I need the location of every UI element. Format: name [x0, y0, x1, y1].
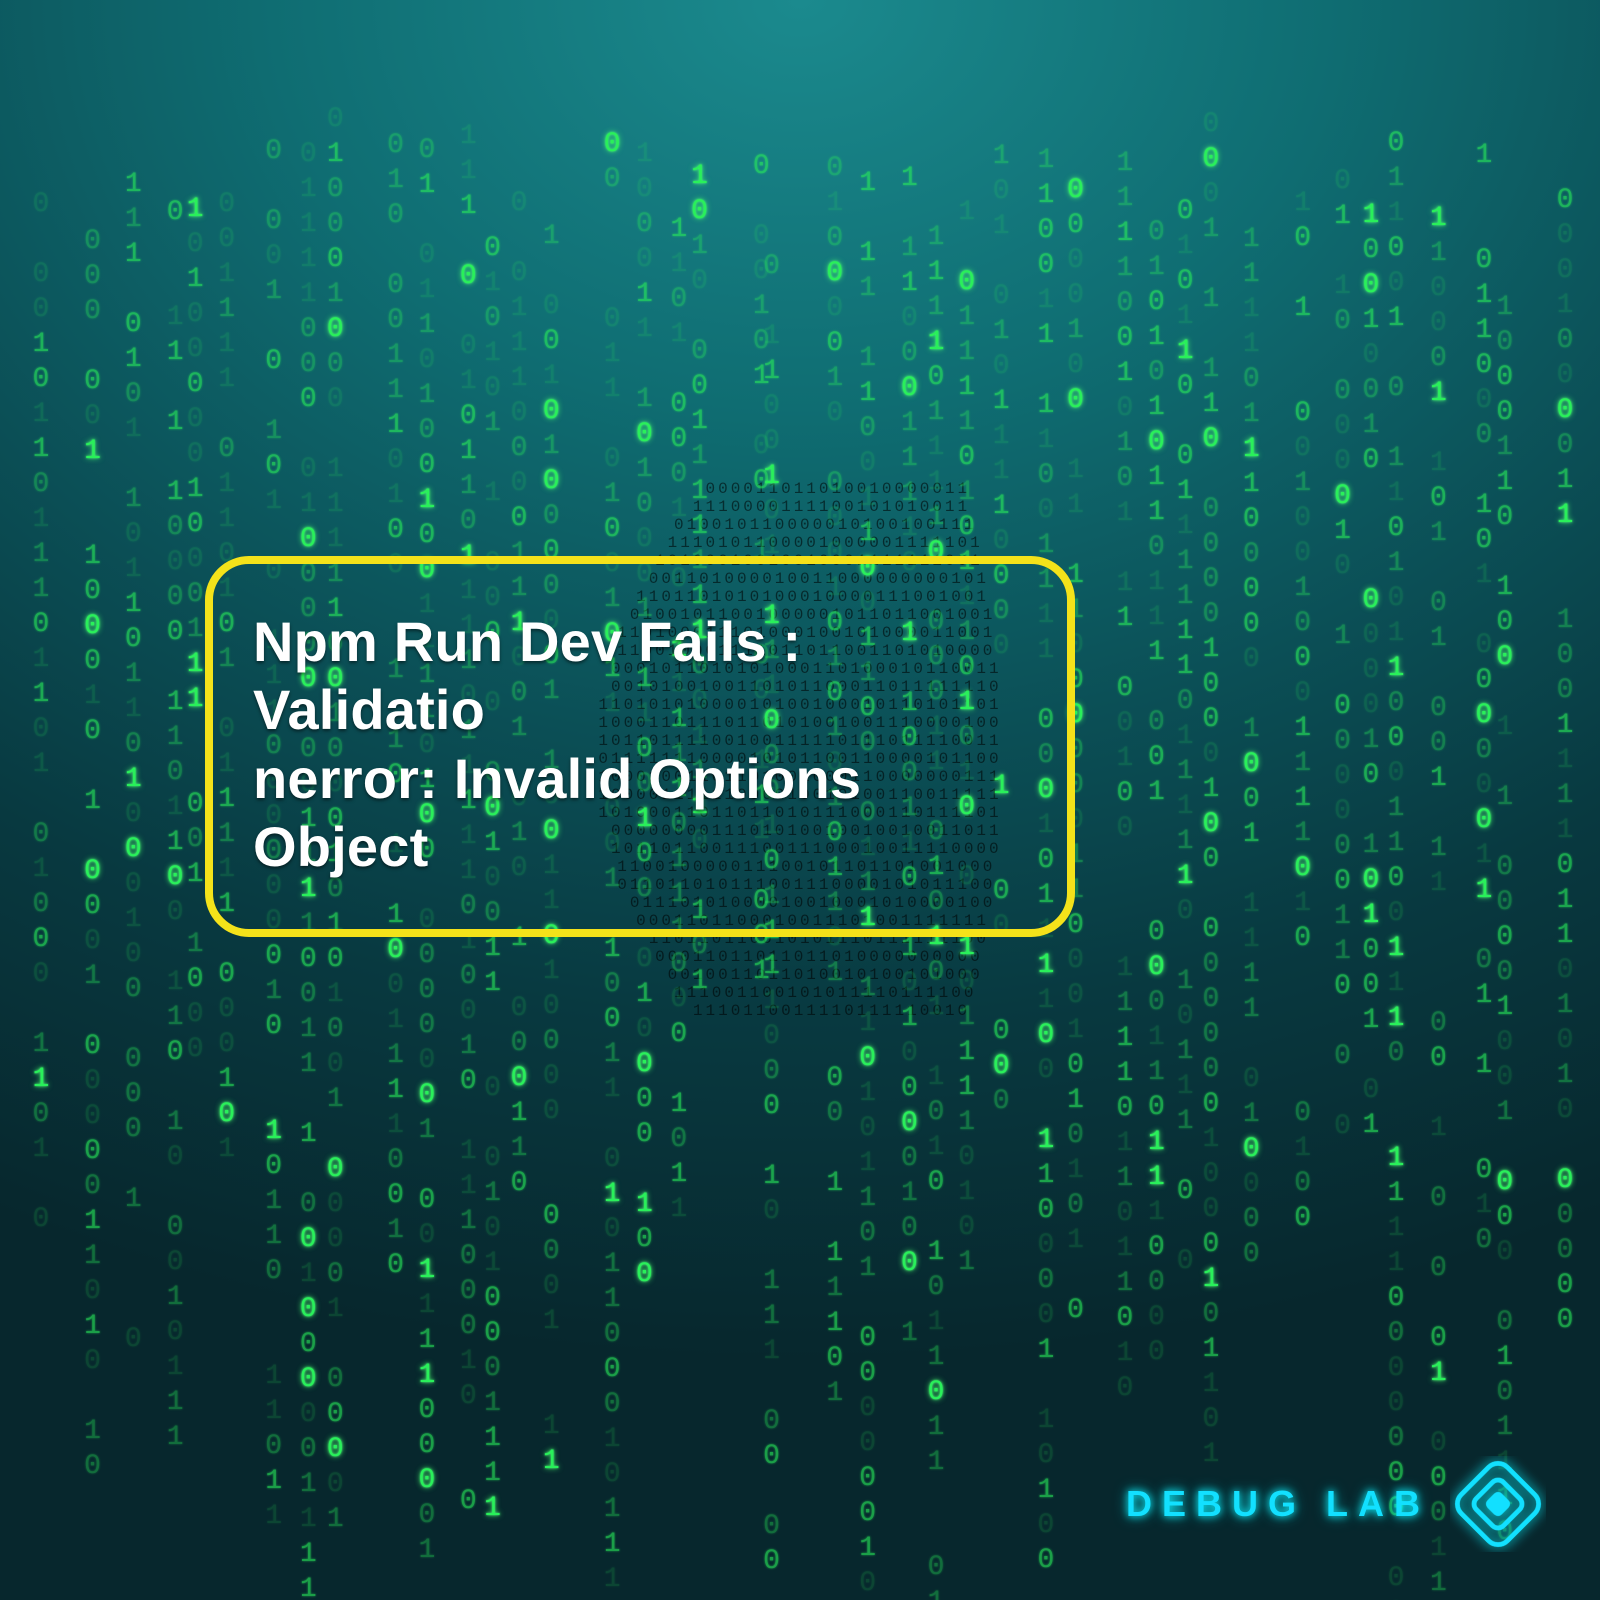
headline-text: Npm Run Dev Fails : Validatio nerror: In… [253, 608, 1027, 881]
hero-image: 000011011010010000011 111000011110010101… [0, 0, 1600, 1600]
brand-logo-icon [1450, 1456, 1546, 1552]
headline-card: Npm Run Dev Fails : Validatio nerror: In… [205, 556, 1075, 937]
brand-block: DEBUG LAB [1126, 1456, 1546, 1552]
brand-name: DEBUG LAB [1126, 1483, 1430, 1525]
